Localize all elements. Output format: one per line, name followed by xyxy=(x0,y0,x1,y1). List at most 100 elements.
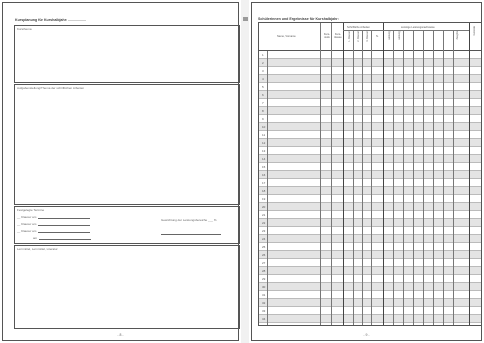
table-row: 18 xyxy=(259,187,481,195)
table-row: 19 xyxy=(259,195,481,203)
table-row: 6 xyxy=(259,91,481,99)
date-row: __ Klausur am xyxy=(17,222,91,226)
written-subheader: N. xyxy=(376,35,379,38)
row-number: 2 xyxy=(262,60,264,65)
gap-mark xyxy=(243,17,248,21)
column-divider xyxy=(393,30,394,325)
table-row: 5 xyxy=(259,83,481,91)
table-row: 16 xyxy=(259,171,481,179)
table-row: 15 xyxy=(259,163,481,171)
page-gap xyxy=(241,0,249,343)
column-divider xyxy=(453,30,454,325)
date-label: __ Klausur am xyxy=(17,229,37,233)
table-row: 29 xyxy=(259,275,481,283)
row-number: 7 xyxy=(262,100,264,105)
row-number: 11 xyxy=(262,132,266,137)
column-divider xyxy=(320,23,321,325)
row-number: 9 xyxy=(262,116,264,121)
other-group-header: sonstige Leistungsnachweise xyxy=(401,26,435,29)
date-row: am xyxy=(33,236,92,240)
row-number: 22 xyxy=(262,220,266,225)
row-number: 20 xyxy=(262,204,266,209)
column-divider xyxy=(433,30,434,325)
column-divider xyxy=(443,30,444,325)
table-row: 23 xyxy=(259,227,481,235)
task-box: Aufgabenstellung/Thema der schriftlichen… xyxy=(14,84,240,205)
written-subheader: 2. Klausur xyxy=(357,31,360,42)
other-subheader: Zeugnis xyxy=(456,31,459,40)
table-row: 30 xyxy=(259,283,481,291)
row-number: 33 xyxy=(262,308,266,313)
column-divider xyxy=(423,30,424,325)
table-row: 27 xyxy=(259,259,481,267)
table-row: 7 xyxy=(259,99,481,107)
row-number: 14 xyxy=(262,156,266,161)
date-row: __ Klausur am xyxy=(17,229,91,233)
date-line xyxy=(38,218,91,219)
column-divider xyxy=(331,23,332,325)
row-number: 28 xyxy=(262,268,266,273)
weighting-label: Gewichtung der Leistungsbereiche ___ % xyxy=(161,218,217,222)
date-row: __ Klausur am xyxy=(17,215,91,219)
table-row: 3 xyxy=(259,67,481,75)
row-number: 16 xyxy=(262,172,266,177)
table-row: 8 xyxy=(259,107,481,115)
table-row: 25 xyxy=(259,243,481,251)
table-row: 10 xyxy=(259,123,481,131)
row-number: 3 xyxy=(262,68,264,73)
row-number: 18 xyxy=(262,188,266,193)
row-number: 23 xyxy=(262,228,266,233)
table-row: 28 xyxy=(259,267,481,275)
table-body: 1 2 3 4 5 6 7 8 9 10 11 12 13 14 15 16 17 18 19 20 21 22 23 24 2… xyxy=(259,51,481,325)
table-row: 4 xyxy=(259,75,481,83)
column-divider xyxy=(403,30,404,325)
row-number: 1 xyxy=(262,52,264,57)
table-row: 9 xyxy=(259,115,481,123)
row-number: 26 xyxy=(262,252,266,257)
topic-box: Kursthema xyxy=(14,25,240,83)
weighting-line xyxy=(161,234,221,235)
table-row: 14 xyxy=(259,155,481,163)
task-label: Aufgabenstellung/Thema der schriftlichen… xyxy=(17,86,85,90)
topic-label: Kursthema xyxy=(17,27,32,31)
row-number: 32 xyxy=(262,300,266,305)
other-subheader: Leistung xyxy=(388,31,391,41)
dates-box: Festgelegte Termine __ Klausur am __ Kla… xyxy=(14,206,240,244)
course-class-header: Kurs-klasse xyxy=(334,33,342,39)
other-subheader: Leistung xyxy=(398,31,401,41)
row-number: 8 xyxy=(262,108,264,113)
date-label: am xyxy=(33,236,38,240)
date-line xyxy=(39,239,92,240)
table-row: 22 xyxy=(259,219,481,227)
row-number: 24 xyxy=(262,236,266,241)
name-header: Name, Vorname xyxy=(277,35,296,38)
table-row: 32 xyxy=(259,299,481,307)
row-number: 21 xyxy=(262,212,266,217)
row-number: 10 xyxy=(262,124,266,129)
row-number: 25 xyxy=(262,244,266,249)
table-row: 33 xyxy=(259,307,481,315)
column-divider xyxy=(362,30,363,325)
dates-label: Festgelegte Termine xyxy=(17,208,45,212)
row-number: 17 xyxy=(262,180,266,185)
column-divider xyxy=(383,23,384,325)
date-line xyxy=(38,232,91,233)
table-row: 17 xyxy=(259,179,481,187)
row-number: 30 xyxy=(262,284,266,289)
table-row: 31 xyxy=(259,291,481,299)
left-page-number: - 8 - xyxy=(117,333,124,337)
written-group-header: Schriftliche Arbeiten xyxy=(347,26,370,29)
column-divider xyxy=(267,51,268,325)
row-number: 15 xyxy=(262,164,266,169)
row-number: 13 xyxy=(262,148,266,153)
left-page-title: Kursplanung für Kurshalbjahr: ..........… xyxy=(15,18,87,22)
table-row: 21 xyxy=(259,211,481,219)
table-row: 26 xyxy=(259,251,481,259)
date-label: __ Klausur am xyxy=(17,222,37,226)
table-row: 1 xyxy=(259,51,481,59)
row-number: 34 xyxy=(262,316,266,321)
table-row: 24 xyxy=(259,235,481,243)
date-label: __ Klausur am xyxy=(17,215,37,219)
table-header: Name, Vorname Kurs-stufe Kurs-klasse Sch… xyxy=(259,23,481,51)
column-divider xyxy=(469,23,470,325)
